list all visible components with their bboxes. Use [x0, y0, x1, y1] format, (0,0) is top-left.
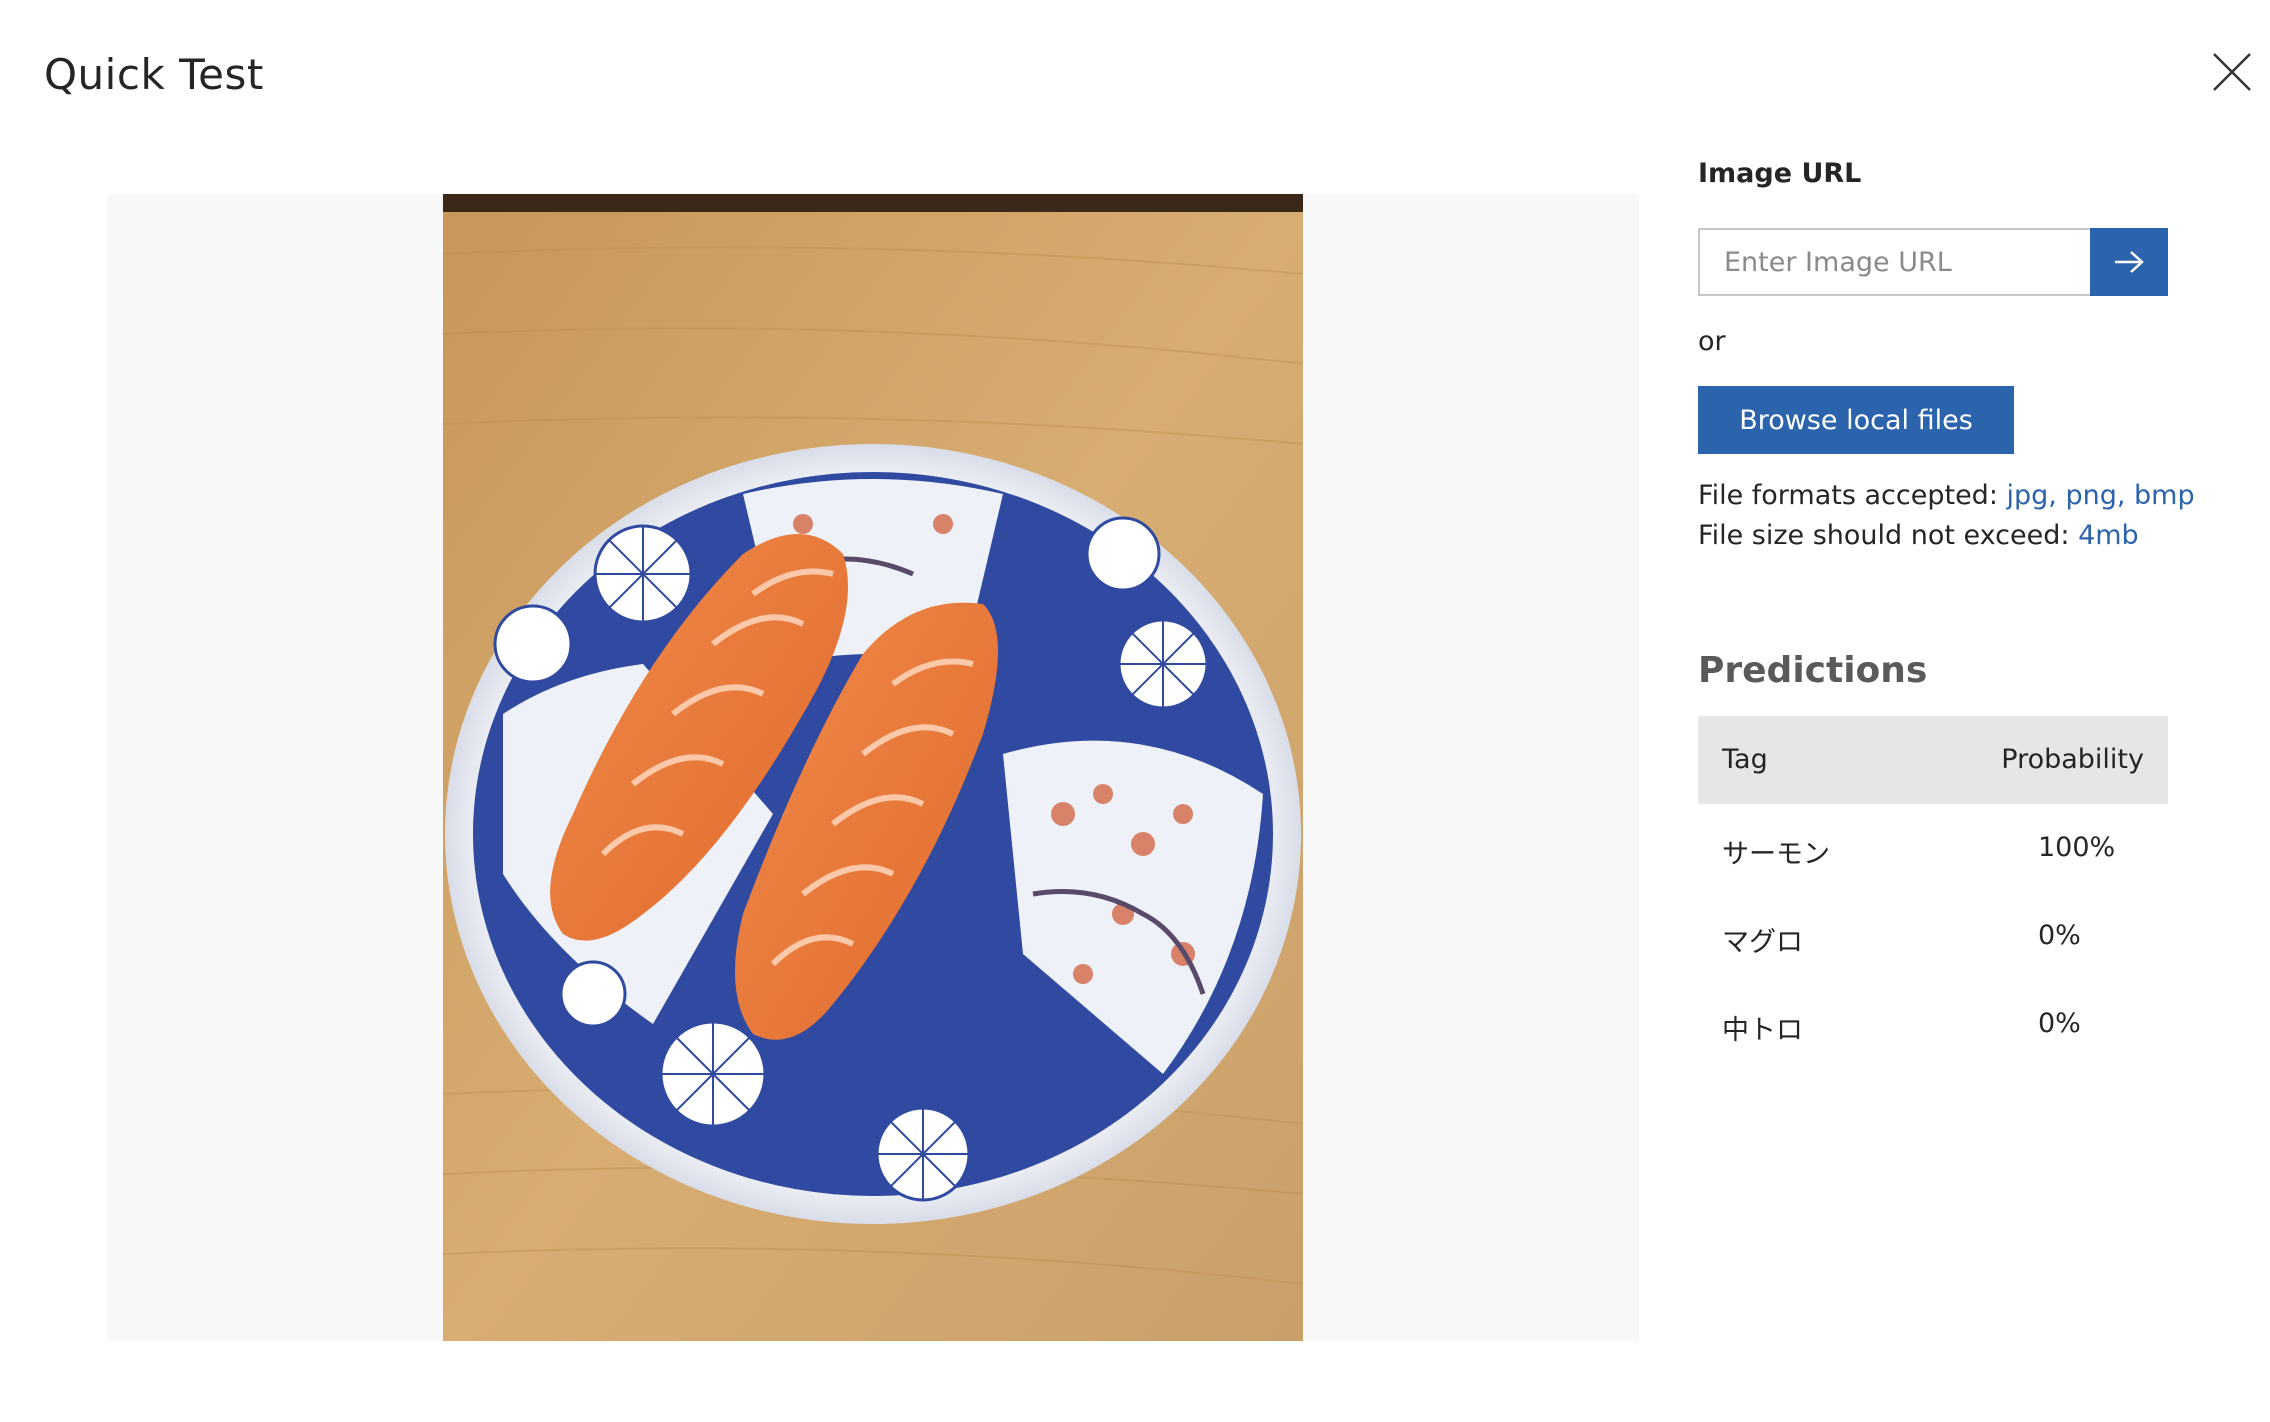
image-url-input[interactable]	[1698, 228, 2090, 296]
file-formats-value: jpg, png, bmp	[2006, 480, 2195, 511]
image-url-row	[1698, 228, 2168, 296]
predictions-title: Predictions	[1698, 650, 1928, 691]
file-size-label: File size should not exceed:	[1698, 520, 2079, 551]
image-preview-pane	[107, 194, 1639, 1341]
quick-test-dialog: Quick Test Image URL Enter Image URL or …	[0, 0, 2270, 1422]
prediction-tag: マグロ	[1722, 927, 1803, 958]
image-url-label: Image URL	[1698, 158, 1862, 189]
file-formats-info: File formats accepted: jpg, png, bmp	[1698, 480, 2195, 511]
prediction-probability: 0%	[2038, 1008, 2081, 1039]
predictions-table: Tag Probability サーモン 100% マグロ 0% 中トロ 0%	[1698, 716, 2168, 1068]
browse-local-files-button[interactable]: Browse local files	[1698, 386, 2014, 454]
dialog-title: Quick Test	[44, 50, 264, 99]
table-row: サーモン 100%	[1698, 804, 2168, 892]
arrow-right-icon	[2115, 251, 2144, 273]
file-size-info: File size should not exceed: 4mb	[1698, 520, 2139, 551]
or-separator: or	[1698, 326, 1726, 357]
predictions-header-row: Tag Probability	[1698, 716, 2168, 804]
submit-url-button[interactable]	[2090, 228, 2168, 296]
column-header-probability: Probability	[2001, 744, 2144, 775]
file-formats-label: File formats accepted:	[1698, 480, 2007, 511]
prediction-probability: 100%	[2038, 832, 2116, 863]
file-size-value: 4mb	[2078, 520, 2139, 551]
prediction-tag: サーモン	[1722, 839, 1830, 870]
close-icon	[2213, 53, 2251, 91]
prediction-tag: 中トロ	[1722, 1015, 1803, 1046]
column-header-tag: Tag	[1722, 744, 1768, 775]
table-row: 中トロ 0%	[1698, 980, 2168, 1068]
preview-image	[443, 194, 1303, 1341]
table-row: マグロ 0%	[1698, 892, 2168, 980]
close-button[interactable]	[2210, 50, 2254, 94]
prediction-probability: 0%	[2038, 920, 2081, 951]
